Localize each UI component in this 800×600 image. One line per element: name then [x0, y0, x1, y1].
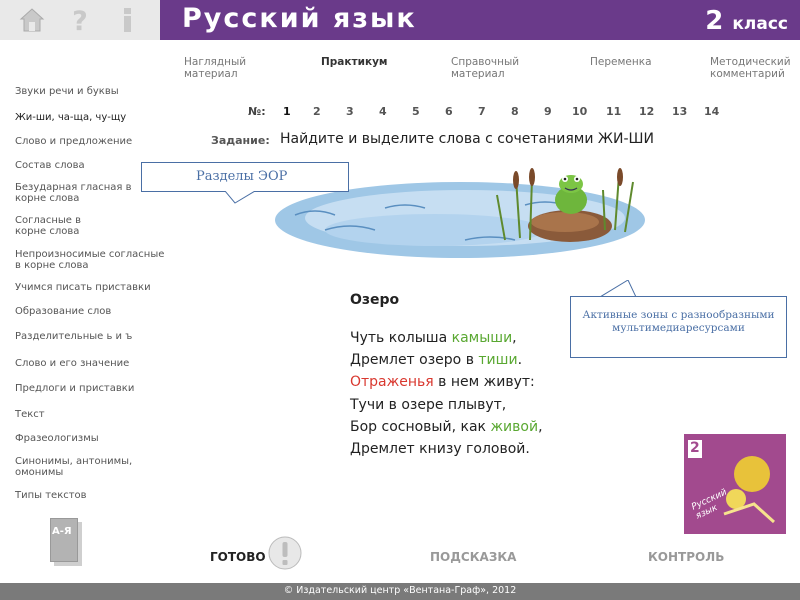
callout-pointer [600, 280, 637, 297]
highlighted-word[interactable]: Отраженья [350, 374, 434, 390]
exercise-number-11[interactable]: 11 [606, 105, 621, 118]
exercise-number-13[interactable]: 13 [672, 105, 687, 118]
nav-methodical-comment[interactable]: Методический комментарий [710, 56, 800, 80]
task-text: Найдите и выделите слова с сочетаниями Ж… [280, 131, 654, 147]
sidebar-item-unstressed-vowel[interactable]: Безударная гласная в корне слова [15, 182, 133, 204]
nav-visual-material[interactable]: Наглядный материал [184, 56, 274, 80]
poem-text: в нем живут: [433, 374, 535, 390]
sidebar-item-phraseology[interactable]: Фразеологизмы [15, 433, 155, 444]
sidebar-item-zhi-shi[interactable]: Жи-ши, ча-ща, чу-щу [15, 112, 155, 123]
sidebar-item-consonants[interactable]: Согласные в корне слова [15, 215, 110, 237]
warning-icon[interactable] [267, 535, 303, 571]
home-icon[interactable] [18, 6, 46, 34]
grade-label: 2 класс [705, 6, 788, 36]
poem-text: , [512, 330, 517, 346]
hint-button[interactable]: ПОДСКАЗКА [430, 550, 516, 564]
exercise-number-5[interactable]: 5 [412, 105, 420, 118]
poem-text: , [538, 419, 543, 435]
svg-text:?: ? [72, 6, 88, 34]
callout-active-zones: Активные зоны с разнообразными мультимед… [570, 296, 787, 358]
poem-text: Дремлет озеро в [350, 352, 479, 368]
task-label: Задание: [211, 134, 270, 147]
poem-text: Бор сосновый, как [350, 419, 491, 435]
nav-practicum[interactable]: Практикум [321, 56, 401, 68]
sidebar-item-prefixes[interactable]: Учимся писать приставки [15, 282, 155, 293]
poem-text: . [517, 352, 523, 368]
sidebar-item-text-types[interactable]: Типы текстов [15, 490, 155, 501]
exercise-number-9[interactable]: 9 [544, 105, 552, 118]
exercise-number-8[interactable]: 8 [511, 105, 519, 118]
poem-line: Дремлет книзу головой. [350, 441, 530, 457]
control-button[interactable]: КОНТРОЛЬ [648, 550, 724, 564]
sidebar-item-synonyms[interactable]: Синонимы, антонимы, омонимы [15, 456, 135, 478]
poem-title: Озеро [350, 292, 400, 308]
sidebar-item-word-formation[interactable]: Образование слов [15, 306, 155, 317]
callout-sections-text: Разделы ЭОР [196, 169, 288, 184]
sidebar-item-word-structure[interactable]: Состав слова [15, 160, 155, 171]
exercise-number-12[interactable]: 12 [639, 105, 654, 118]
sidebar-item-word-sentence[interactable]: Слово и предложение [15, 136, 155, 147]
help-icon[interactable]: ? [66, 6, 94, 34]
exercise-number-7[interactable]: 7 [478, 105, 486, 118]
poem-text: Тучи в озере плывут, [350, 397, 507, 413]
exercise-number-3[interactable]: 3 [346, 105, 354, 118]
sidebar-item-prepositions[interactable]: Предлоги и приставки [15, 383, 155, 394]
exercise-number-label: №: [248, 105, 266, 118]
callout-pointer [225, 191, 256, 204]
toolbar-left: ? [0, 0, 160, 40]
dictionary-icon-label: А-Я [52, 526, 72, 537]
exercise-number-10[interactable]: 10 [572, 105, 587, 118]
page-title: Русский язык [182, 3, 417, 34]
highlighted-word[interactable]: камыши [452, 330, 513, 346]
info-icon[interactable] [114, 6, 142, 34]
copyright-text: © Издательский центр «Вентана-Граф», 201… [283, 585, 517, 596]
exercise-number-14[interactable]: 14 [704, 105, 719, 118]
poem-line: Тучи в озере плывут, [350, 397, 506, 413]
book-illustration [723, 456, 776, 524]
nav-reference-material[interactable]: Справочный материал [451, 56, 541, 80]
exercise-number-6[interactable]: 6 [445, 105, 453, 118]
header-bar: Русский язык 2 класс [160, 0, 800, 40]
callout-active-zones-text: Активные зоны с разнообразными мультимед… [582, 309, 775, 334]
exercise-number-4[interactable]: 4 [379, 105, 387, 118]
sidebar-item-silent-consonants[interactable]: Непроизносимые согласные в корне слова [15, 249, 165, 271]
poem-line: Бор сосновый, как живой, [350, 419, 543, 435]
poem-line: Дремлет озеро в тиши. [350, 352, 522, 368]
grade-number: 2 [705, 6, 724, 36]
poem-text: Чуть колыша [350, 330, 452, 346]
poem-line: Отраженья в нем живут: [350, 374, 535, 390]
dictionary-icon[interactable]: А-Я [50, 518, 82, 566]
grade-word: класс [732, 14, 788, 34]
sidebar-item-word-meaning[interactable]: Слово и его значение [15, 358, 155, 369]
nav-break[interactable]: Переменка [590, 56, 670, 68]
poem-text: Дремлет книзу головой. [350, 441, 530, 457]
footer: © Издательский центр «Вентана-Граф», 201… [0, 583, 800, 600]
callout-sections: Разделы ЭОР [141, 162, 349, 192]
highlighted-word[interactable]: живой [490, 419, 538, 435]
sidebar-item-sounds[interactable]: Звуки речи и буквы [15, 86, 155, 97]
exercise-number-1[interactable]: 1 [283, 105, 291, 118]
exercise-number-2[interactable]: 2 [313, 105, 321, 118]
highlighted-word[interactable]: тиши [478, 352, 517, 368]
book-cover[interactable]: 2 Русский язык [684, 434, 786, 534]
sidebar-item-text[interactable]: Текст [15, 409, 155, 420]
poem-line: Чуть колыша камыши, [350, 330, 517, 346]
book-grade: 2 [690, 440, 700, 456]
sidebar-item-dividing-signs[interactable]: Разделительные ь и ъ [15, 331, 155, 342]
ready-button[interactable]: ГОТОВО [210, 550, 266, 564]
